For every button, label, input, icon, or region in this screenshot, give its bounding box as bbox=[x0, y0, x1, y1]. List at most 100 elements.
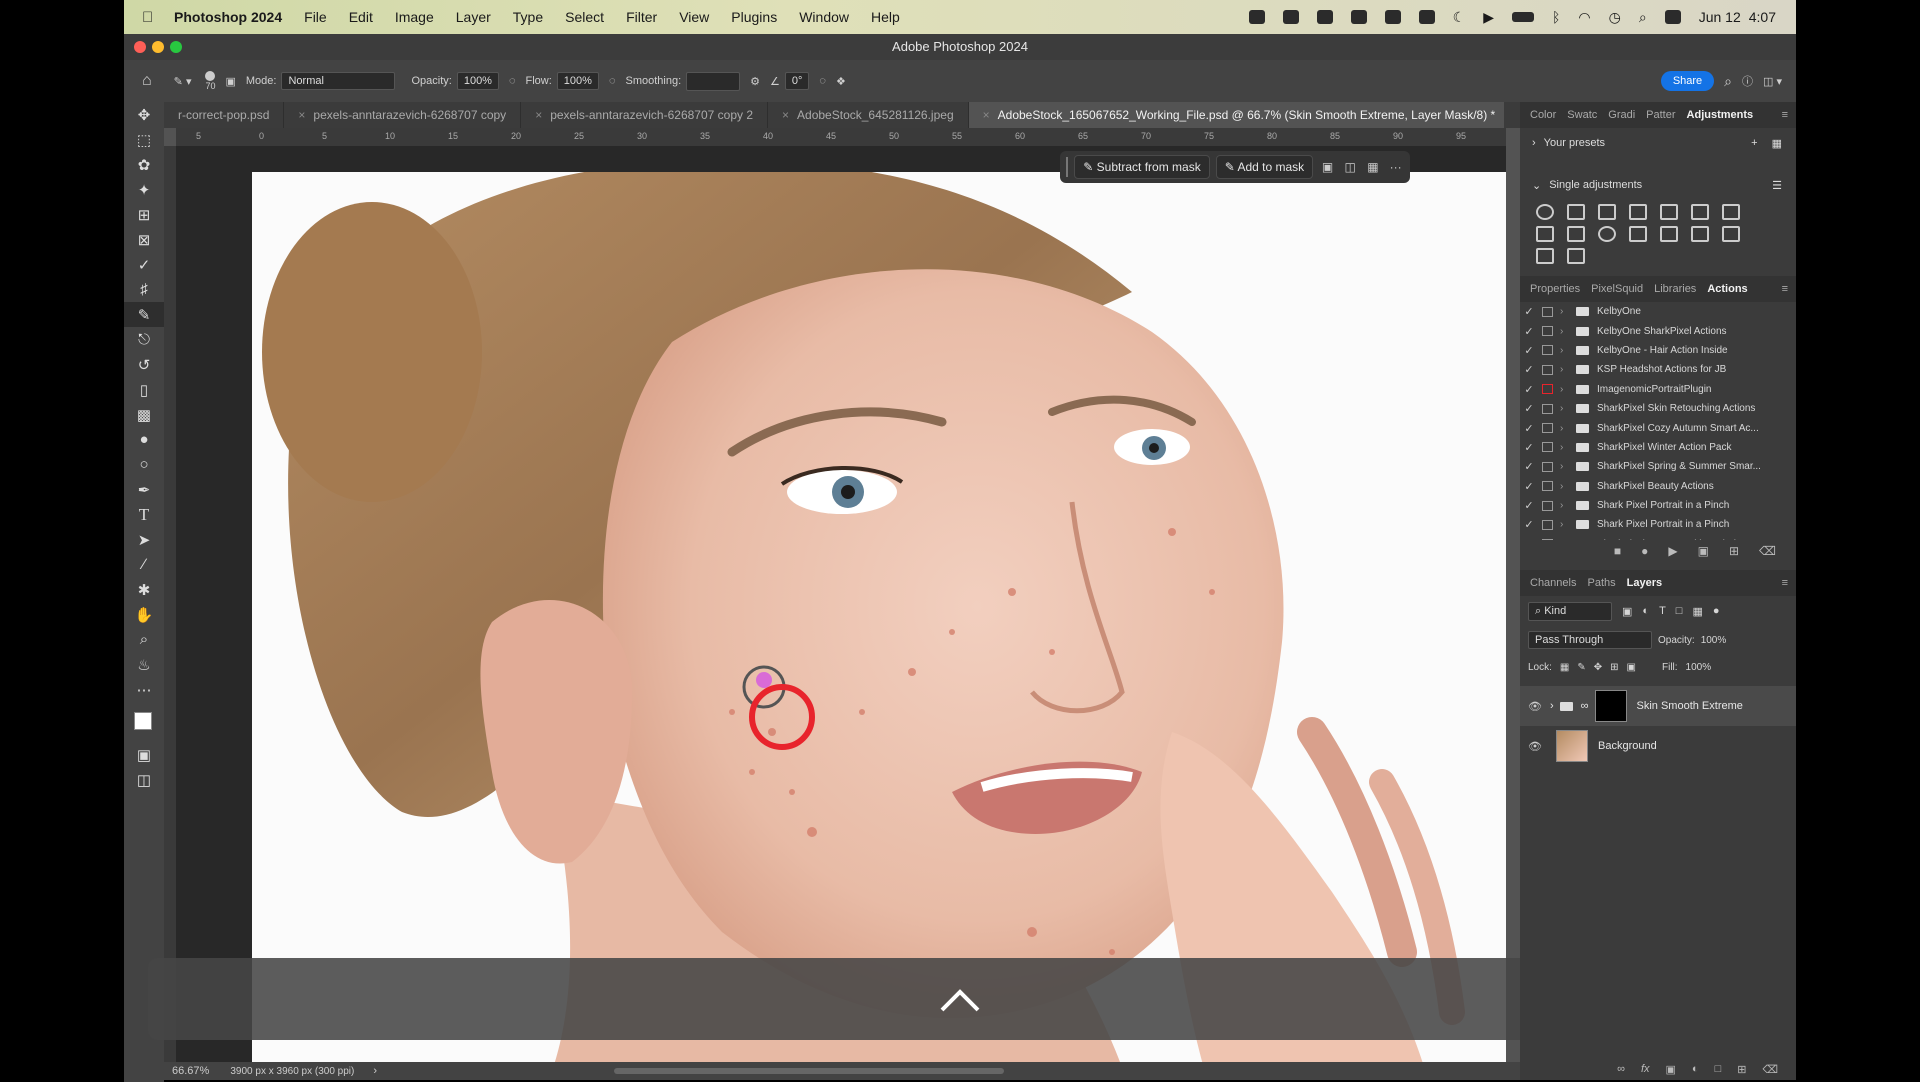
chevron-right-icon[interactable]: › bbox=[1550, 700, 1554, 712]
panel-tab-libraries[interactable]: Libraries bbox=[1654, 283, 1696, 295]
brush-tool-preset[interactable]: ✎ ▾ bbox=[174, 75, 192, 88]
chevron-right-icon[interactable]: › bbox=[1560, 481, 1570, 492]
document-tab[interactable]: ×pexels-anntarazevich-6268707 copy 2 bbox=[521, 102, 768, 128]
link-icon[interactable]: ∞ bbox=[1581, 700, 1589, 712]
filter-toggle-icon[interactable]: ● bbox=[1713, 605, 1720, 617]
script-icon[interactable] bbox=[1385, 10, 1401, 24]
menu-item-image[interactable]: Image bbox=[395, 9, 434, 25]
lock-all-icon[interactable]: ▣ bbox=[1627, 662, 1636, 673]
quick-mask-icon[interactable]: ▣ bbox=[124, 742, 164, 767]
layer-mask-thumbnail[interactable] bbox=[1595, 690, 1627, 722]
dialog-toggle-box[interactable] bbox=[1542, 423, 1553, 433]
gear-icon[interactable]: ⚙ bbox=[750, 75, 760, 88]
delete-action-icon[interactable]: ⌫ bbox=[1759, 544, 1776, 558]
move-tool-icon[interactable]: ✥ bbox=[124, 102, 164, 127]
action-toggle-checkbox[interactable]: ✓ bbox=[1520, 344, 1538, 357]
bluetooth-icon[interactable]: ᛒ bbox=[1552, 9, 1560, 25]
action-set-row[interactable]: ✓›KSP Headshot Actions for JB bbox=[1520, 360, 1796, 379]
menu-item-edit[interactable]: Edit bbox=[349, 9, 373, 25]
menu-item-layer[interactable]: Layer bbox=[456, 9, 491, 25]
help-icon[interactable]: ⓘ bbox=[1742, 73, 1753, 89]
symmetry-icon[interactable]: ❖ bbox=[836, 75, 846, 88]
action-set-row[interactable]: ✓›Shark Pixel Portrait in a Pinch bbox=[1520, 496, 1796, 515]
share-button[interactable]: Share bbox=[1661, 71, 1714, 91]
new-layer-icon[interactable]: ⊞ bbox=[1737, 1063, 1746, 1076]
new-adjustment-icon[interactable]: ◐ bbox=[1692, 1063, 1699, 1076]
add-to-mask-button[interactable]: ✎ Add to mask bbox=[1216, 155, 1313, 179]
hue-saturation-icon[interactable] bbox=[1691, 204, 1709, 220]
chevron-right-icon[interactable]: › bbox=[1560, 345, 1570, 356]
dialog-toggle-box[interactable] bbox=[1542, 520, 1553, 530]
close-tab-icon[interactable]: × bbox=[983, 108, 990, 122]
panel-tab-patter[interactable]: Patter bbox=[1646, 109, 1675, 121]
chevron-right-icon[interactable]: › bbox=[1560, 519, 1570, 530]
smoothing-field[interactable] bbox=[686, 72, 740, 91]
more-tools-icon[interactable]: ⋯ bbox=[124, 677, 164, 702]
mask-options-icon[interactable]: ▦ bbox=[1365, 160, 1382, 174]
dialog-toggle-box[interactable] bbox=[1542, 481, 1553, 491]
gradient-map-icon[interactable] bbox=[1567, 248, 1585, 264]
marquee-tool-icon[interactable]: ⬚ bbox=[124, 127, 164, 152]
document-tab[interactable]: ×pexels-anntarazevich-6268707 copy bbox=[284, 102, 521, 128]
chevron-right-icon[interactable]: › bbox=[1560, 423, 1570, 434]
history-brush-tool-icon[interactable]: ↺ bbox=[124, 352, 164, 377]
moon-icon[interactable]: ☾ bbox=[1453, 9, 1466, 26]
action-set-row[interactable]: ✓›KelbyOne - Hair Action Inside bbox=[1520, 341, 1796, 360]
invert-mask-icon[interactable]: ◫ bbox=[1342, 160, 1359, 174]
app-menu[interactable]: Photoshop 2024 bbox=[174, 9, 282, 25]
layer-row[interactable]: 👁›∞Skin Smooth Extreme bbox=[1520, 686, 1796, 726]
action-set-row[interactable]: ✓›KelbyOne bbox=[1520, 302, 1796, 321]
list-view-icon[interactable]: ☰ bbox=[1772, 179, 1782, 192]
panel-tab-actions[interactable]: Actions bbox=[1707, 283, 1747, 295]
pressure-opacity-icon[interactable]: ◌ bbox=[509, 75, 516, 87]
dialog-toggle-box[interactable] bbox=[1542, 345, 1553, 355]
type-filter-icon[interactable]: T bbox=[1659, 605, 1666, 617]
app-status-icon[interactable] bbox=[1351, 10, 1367, 24]
control-center-icon[interactable] bbox=[1665, 10, 1681, 24]
blur-tool-icon[interactable]: ● bbox=[124, 427, 164, 452]
dialog-toggle-box[interactable] bbox=[1542, 462, 1553, 472]
action-toggle-checkbox[interactable]: ✓ bbox=[1520, 499, 1538, 512]
new-action-icon[interactable]: ⊞ bbox=[1729, 544, 1739, 558]
layer-name[interactable]: Skin Smooth Extreme bbox=[1637, 700, 1743, 712]
action-toggle-checkbox[interactable]: ✓ bbox=[1520, 441, 1538, 454]
lock-artboard-icon[interactable]: ⊞ bbox=[1610, 662, 1618, 673]
airbrush-icon[interactable]: ◌ bbox=[609, 75, 616, 87]
action-toggle-checkbox[interactable]: ✓ bbox=[1520, 538, 1538, 540]
action-set-row[interactable]: ✓›SharkPixel Spring & Summer Smar... bbox=[1520, 457, 1796, 476]
search-icon[interactable]: ⌕ bbox=[1639, 9, 1647, 26]
action-set-row[interactable]: ✓›KelbyOne SharkPixel Actions bbox=[1520, 321, 1796, 340]
levels-icon[interactable] bbox=[1567, 204, 1585, 220]
threshold-icon[interactable] bbox=[1722, 226, 1740, 242]
play-action-icon[interactable]: ▶ bbox=[1668, 544, 1677, 558]
play-icon[interactable]: ▶ bbox=[1483, 9, 1494, 26]
close-tab-icon[interactable]: × bbox=[535, 108, 542, 122]
exposure-icon[interactable] bbox=[1629, 204, 1647, 220]
panel-tab-layers[interactable]: Layers bbox=[1627, 577, 1662, 589]
close-tab-icon[interactable]: × bbox=[298, 108, 305, 122]
add-preset-icon[interactable]: + bbox=[1751, 137, 1757, 149]
pen-tool-icon[interactable]: ✒ bbox=[124, 477, 164, 502]
gradient-tool-icon[interactable]: ▩ bbox=[124, 402, 164, 427]
apple-icon[interactable]:  bbox=[142, 9, 162, 26]
drag-handle[interactable] bbox=[1066, 157, 1068, 177]
dialog-toggle-box[interactable] bbox=[1542, 326, 1553, 336]
visibility-eye-icon[interactable]: 👁 bbox=[1520, 740, 1550, 753]
action-set-row[interactable]: ✓›SharkPixel Skin Retouching Actions bbox=[1520, 399, 1796, 418]
close-tab-icon[interactable]: × bbox=[782, 108, 789, 122]
your-presets-row[interactable]: › Your presets + ▦ bbox=[1520, 128, 1796, 158]
crop-tool-icon[interactable]: ⊞ bbox=[124, 202, 164, 227]
angle-field[interactable]: 0° bbox=[785, 72, 810, 90]
action-toggle-checkbox[interactable]: ✓ bbox=[1520, 363, 1538, 376]
clone-stamp-tool-icon[interactable]: ⎋ bbox=[124, 327, 164, 352]
action-toggle-checkbox[interactable]: ✓ bbox=[1520, 305, 1538, 318]
dialog-toggle-box[interactable] bbox=[1542, 501, 1553, 511]
color-lookup-icon[interactable] bbox=[1629, 226, 1647, 242]
eraser-tool-icon[interactable]: ▯ bbox=[124, 377, 164, 402]
record-icon[interactable]: ● bbox=[1641, 544, 1648, 558]
brush-size-picker[interactable]: 70 bbox=[205, 71, 215, 91]
minimize-window-button[interactable] bbox=[152, 41, 164, 53]
home-icon[interactable]: ⌂ bbox=[142, 72, 152, 90]
panel-tab-paths[interactable]: Paths bbox=[1587, 577, 1615, 589]
panel-tab-color[interactable]: Color bbox=[1530, 109, 1556, 121]
